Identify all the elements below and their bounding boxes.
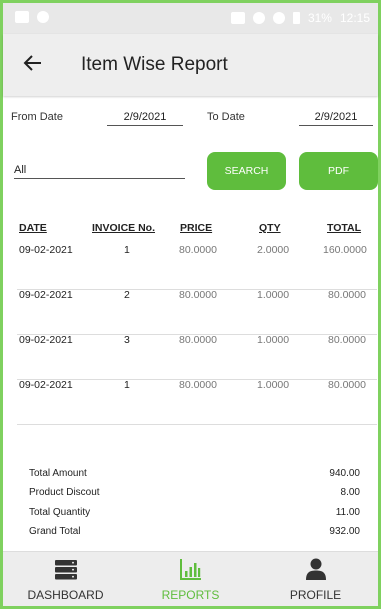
pdf-button[interactable]: PDF <box>299 152 378 190</box>
col-header-invoice: INVOICE No. <box>92 222 156 234</box>
col-header-date: DATE <box>19 222 47 234</box>
profile-icon <box>306 558 326 580</box>
total-amount-value: 940.00 <box>329 468 360 479</box>
from-date-label: From Date <box>11 111 63 123</box>
cell-invoice: 1 <box>124 244 130 256</box>
cell-total: 80.0000 <box>328 379 366 391</box>
cell-total: 80.0000 <box>328 334 366 346</box>
item-select[interactable]: All <box>14 162 185 179</box>
total-amount-label: Total Amount <box>29 468 87 479</box>
dashboard-icon <box>55 560 77 580</box>
screenshot-icon <box>230 12 245 24</box>
discount-label: Product Discout <box>29 487 100 498</box>
cell-price: 80.0000 <box>179 244 217 256</box>
nav-dashboard-label: DASHBOARD <box>27 588 104 602</box>
status-bar: 31% 12:15 <box>3 3 378 34</box>
table-row: 09-02-2021 1 80.0000 2.0000 160.0000 <box>17 244 377 290</box>
table-row: 09-02-2021 2 80.0000 1.0000 80.0000 <box>17 289 377 335</box>
cell-date: 09-02-2021 <box>19 379 73 391</box>
cell-price: 80.0000 <box>179 289 217 301</box>
nav-profile[interactable]: PROFILE <box>253 552 378 606</box>
discount-value: 8.00 <box>340 487 360 498</box>
cell-qty: 1.0000 <box>257 334 290 346</box>
table-row: 09-02-2021 3 80.0000 1.0000 80.0000 <box>17 334 377 380</box>
nav-profile-label: PROFILE <box>289 588 342 602</box>
total-quantity-value: 11.00 <box>335 507 360 518</box>
app-notification-icon <box>37 11 49 23</box>
to-date-label: To Date <box>207 111 245 123</box>
app-bar: Item Wise Report <box>3 34 378 96</box>
battery-icon <box>292 12 300 24</box>
wifi-icon <box>272 12 285 24</box>
nav-dashboard[interactable]: DASHBOARD <box>3 552 128 606</box>
table-row: 09-02-2021 1 80.0000 1.0000 80.0000 <box>17 379 377 425</box>
bottom-nav: DASHBOARD REPORTS PROFILE <box>3 551 378 606</box>
search-button[interactable]: SEARCH <box>207 152 286 190</box>
page-title: Item Wise Report <box>81 54 228 75</box>
cell-qty: 1.0000 <box>257 289 290 301</box>
cell-qty: 2.0000 <box>257 244 290 256</box>
cell-price: 80.0000 <box>179 334 217 346</box>
clock: 12:15 <box>339 11 370 25</box>
nav-reports-label: REPORTS <box>161 588 220 602</box>
cell-invoice: 2 <box>124 289 130 301</box>
col-header-qty: QTY <box>259 222 281 234</box>
reports-icon <box>180 559 201 580</box>
cell-invoice: 3 <box>124 334 130 346</box>
battery-percent: 31% <box>307 11 332 25</box>
cell-invoice: 1 <box>124 379 130 391</box>
to-date-field[interactable]: 2/9/2021 <box>299 109 373 126</box>
cell-price: 80.0000 <box>179 379 217 391</box>
cell-total: 80.0000 <box>328 289 366 301</box>
cell-date: 09-02-2021 <box>19 289 73 301</box>
back-arrow-icon[interactable] <box>23 53 43 73</box>
nav-reports[interactable]: REPORTS <box>128 552 253 606</box>
cell-qty: 1.0000 <box>257 379 290 391</box>
grand-total-label: Grand Total <box>29 526 81 537</box>
total-quantity-label: Total Quantity <box>29 507 91 518</box>
cell-date: 09-02-2021 <box>19 244 73 256</box>
message-icon <box>15 11 29 23</box>
cell-date: 09-02-2021 <box>19 334 73 346</box>
bluetooth-icon <box>252 12 265 24</box>
col-header-total: TOTAL <box>327 222 362 234</box>
from-date-field[interactable]: 2/9/2021 <box>107 109 183 126</box>
cell-total: 160.0000 <box>323 244 367 256</box>
col-header-price: PRICE <box>180 222 213 234</box>
grand-total-value: 932.00 <box>329 526 360 537</box>
